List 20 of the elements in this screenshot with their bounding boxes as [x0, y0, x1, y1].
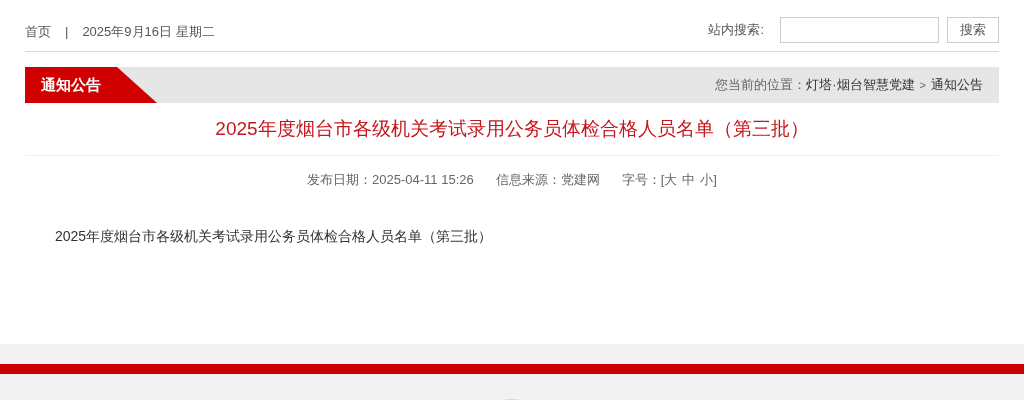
- breadcrumb-link[interactable]: 通知公告: [931, 75, 983, 95]
- separator-text: |: [65, 22, 69, 41]
- current-date: 2025年9月16日 星期二: [82, 22, 215, 41]
- bracket-text: [: [660, 171, 665, 190]
- breadcrumb-separator: >: [919, 77, 926, 93]
- search-button[interactable]: 搜索: [947, 17, 999, 43]
- article-title: 2025年度烟台市各级机关考试录用公务员体检合格人员名单（第三批）: [215, 116, 809, 141]
- search-label: 站内搜索:: [708, 21, 764, 40]
- section-title: 通知公告: [41, 74, 101, 95]
- bracket-text: ]: [713, 171, 717, 190]
- location-label: 您当前的位置：: [715, 76, 807, 95]
- info-source: 信息来源：党建网: [495, 171, 600, 190]
- search-field[interactable]: [780, 17, 939, 43]
- article-body: 2025年度烟台市各级机关考试录用公务员体检合格人员名单（第三批）: [55, 227, 494, 246]
- publish-date: 发布日期：2025-04-11 15:26: [307, 171, 474, 190]
- font-size-label: 字号：: [621, 171, 661, 190]
- breadcrumb-link[interactable]: 灯塔·烟台智慧党建: [806, 75, 915, 95]
- home-link[interactable]: 首页: [25, 21, 51, 41]
- font-size-link[interactable]: 中: [682, 170, 696, 190]
- font-size-link[interactable]: 大: [664, 170, 678, 190]
